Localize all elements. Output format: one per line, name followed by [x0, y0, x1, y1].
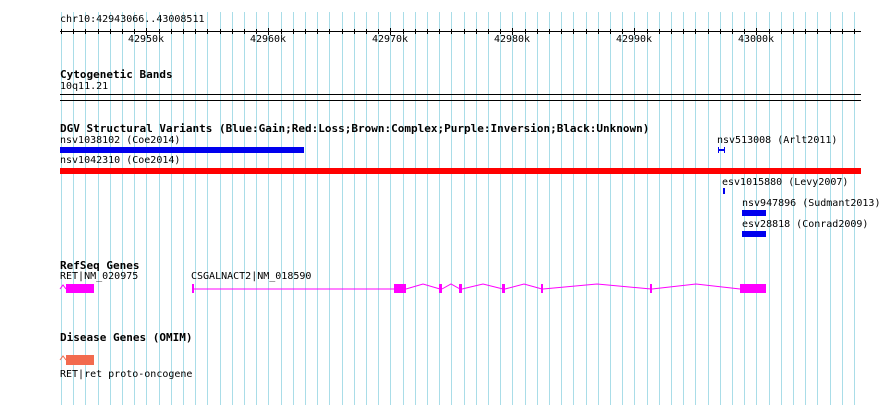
omim-ret-model[interactable] [59, 355, 94, 365]
genome-browser: chr10:42943066..43008511 42950k 42960k 4… [0, 0, 890, 405]
ret-gene-model[interactable] [59, 284, 94, 293]
csgalnact2-gene-model[interactable] [192, 283, 766, 293]
omim-track-title: Disease Genes (OMIM) [60, 331, 193, 344]
gene-models [59, 283, 766, 365]
omim-gene-label[interactable]: RET|ret proto-oncogene [60, 369, 192, 381]
